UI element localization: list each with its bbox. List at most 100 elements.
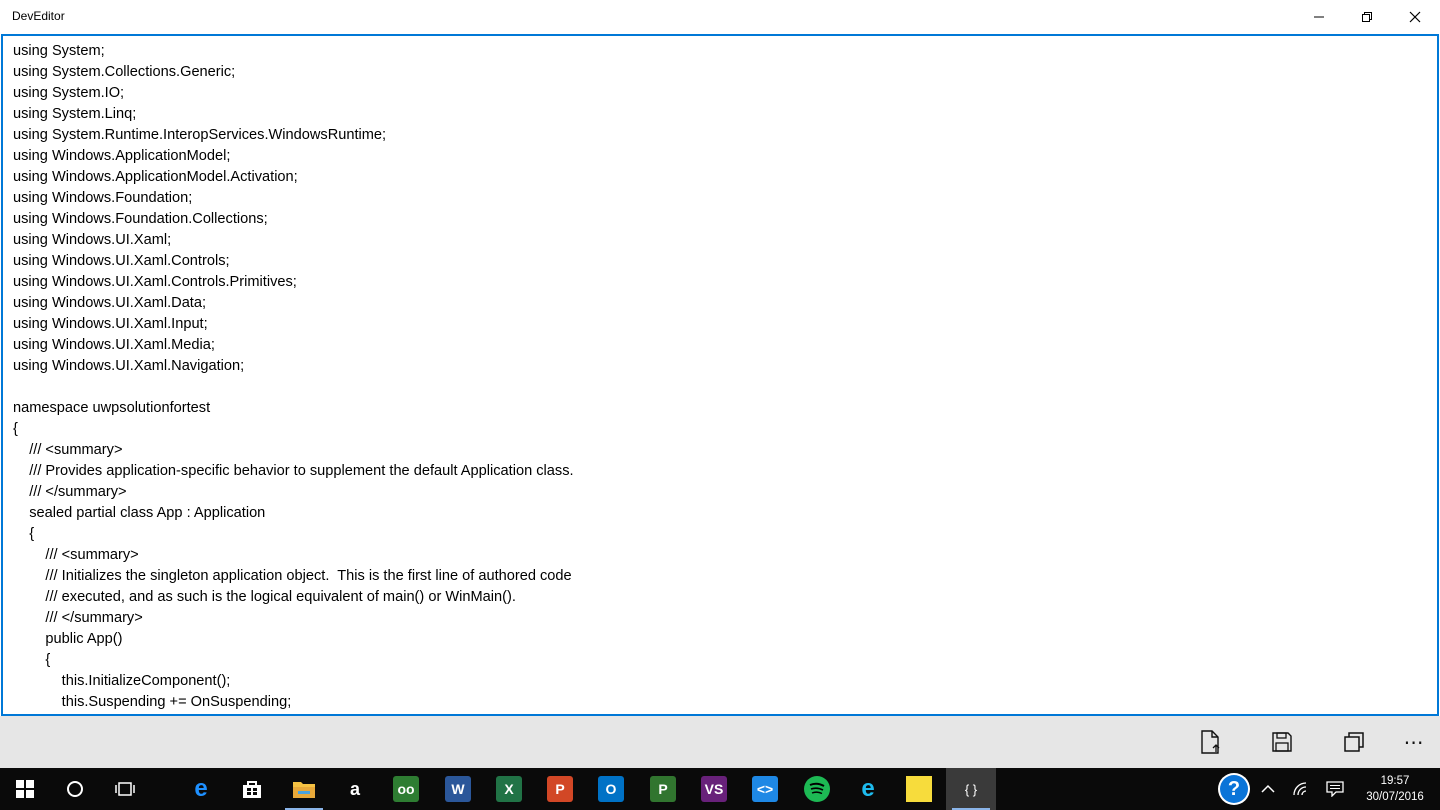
action-center-button[interactable]	[1322, 768, 1348, 810]
taskbar-item-excel[interactable]: X	[484, 768, 534, 810]
visual-studio-icon: VS	[701, 776, 727, 802]
help-icon: ?	[1218, 773, 1250, 805]
code-line: using Windows.UI.Xaml.Controls;	[13, 253, 230, 269]
code-line: using Windows.UI.Xaml;	[13, 232, 172, 248]
internet-explorer-icon: e	[861, 775, 875, 802]
new-file-button[interactable]	[1180, 716, 1240, 768]
show-hidden-icons-button[interactable]	[1256, 768, 1280, 810]
code-line: using Windows.UI.Xaml.Input;	[13, 316, 208, 332]
clock[interactable]: 19:57 30/07/2016	[1360, 768, 1430, 810]
cortana-icon	[67, 781, 83, 797]
code-line: /// </summary>	[13, 610, 143, 626]
minimize-button[interactable]	[1296, 0, 1342, 34]
file-explorer-icon	[291, 776, 317, 802]
clock-time: 19:57	[1380, 775, 1410, 787]
new-file-icon	[1201, 730, 1220, 754]
sticky-notes-icon	[906, 776, 932, 802]
chevron-up-icon	[1261, 784, 1275, 793]
code-line: this.InitializeComponent();	[13, 673, 231, 689]
network-button[interactable]	[1288, 768, 1314, 810]
help-button[interactable]: ?	[1212, 768, 1256, 810]
taskbar-item-vs-code[interactable]: <>	[740, 768, 790, 810]
word-icon: W	[445, 776, 471, 802]
taskbar-item-tripadvisor[interactable]: oo	[381, 768, 431, 810]
taskbar-item-amazon[interactable]: a	[330, 768, 380, 810]
restore-button[interactable]	[1344, 0, 1390, 34]
code-editor[interactable]: using System; using System.Collections.Ge…	[1, 34, 1439, 716]
code-line: using System.IO;	[13, 85, 125, 101]
taskbar-item-powerpoint[interactable]: P	[535, 768, 585, 810]
code-line: using Windows.ApplicationModel;	[13, 148, 231, 164]
taskbar-item-spotify[interactable]	[792, 768, 842, 810]
code-line: using Windows.Foundation.Collections;	[13, 211, 268, 227]
code-line: using System.Runtime.InteropServices.Win…	[13, 127, 387, 143]
taskbar-item-sticky-notes[interactable]	[894, 768, 944, 810]
start-button[interactable]	[0, 768, 50, 810]
restore-icon	[1362, 12, 1372, 22]
taskbar-item-store[interactable]	[227, 768, 277, 810]
taskbar-item-internet-explorer[interactable]: e	[843, 768, 893, 810]
close-icon	[1409, 11, 1421, 23]
code-line: using System.Collections.Generic;	[13, 64, 236, 80]
save-icon	[1272, 732, 1292, 752]
more-button[interactable]: ⋯	[1384, 716, 1440, 768]
code-line: using Windows.UI.Xaml.Controls.Primitive…	[13, 274, 297, 290]
powerpoint-icon: P	[547, 776, 573, 802]
code-line: using System.Linq;	[13, 106, 137, 122]
tripadvisor-icon: oo	[393, 776, 419, 802]
edge-icon: e	[194, 775, 208, 802]
code-line: public App()	[13, 631, 123, 647]
code-line: /// </summary>	[13, 484, 127, 500]
code-text[interactable]: using System; using System.Collections.Ge…	[13, 41, 574, 713]
code-line: using Windows.UI.Xaml.Navigation;	[13, 358, 245, 374]
code-line: {	[13, 526, 35, 542]
cortana-button[interactable]	[50, 768, 100, 810]
notification-icon	[1326, 781, 1344, 797]
code-line: sealed partial class App : Application	[13, 505, 266, 521]
window-title: DevEditor	[12, 9, 65, 23]
new-window-button[interactable]	[1324, 716, 1384, 768]
code-line: using Windows.ApplicationModel.Activatio…	[13, 169, 298, 185]
taskbar-item-deveditor[interactable]: { }	[946, 768, 996, 810]
code-line: /// Initializes the singleton applicatio…	[13, 568, 572, 584]
close-button[interactable]	[1392, 0, 1438, 34]
minimize-icon	[1314, 16, 1324, 18]
code-line: using System;	[13, 43, 105, 59]
code-line: {	[13, 652, 51, 668]
outlook-icon: O	[598, 776, 624, 802]
excel-icon: X	[496, 776, 522, 802]
windows-icon	[1344, 732, 1364, 752]
code-line: namespace uwpsolutionfortest	[13, 400, 211, 416]
amazon-icon: a	[342, 776, 368, 802]
code-line: using Windows.Foundation;	[13, 190, 193, 206]
clock-date: 30/07/2016	[1366, 791, 1424, 803]
help-glyph: ?	[1220, 775, 1248, 803]
command-bar: ⋯	[0, 716, 1440, 768]
store-icon	[239, 776, 265, 802]
task-view-button[interactable]	[100, 768, 150, 810]
code-line: /// <summary>	[13, 442, 123, 458]
wifi-icon	[1293, 782, 1307, 796]
taskbar-item-file-explorer[interactable]	[279, 768, 329, 810]
project-icon: P	[650, 776, 676, 802]
code-line: /// Provides application-specific behavi…	[13, 463, 574, 479]
title-bar: DevEditor	[0, 0, 1440, 34]
code-line: /// executed, and as such is the logical…	[13, 589, 516, 605]
code-line: using Windows.UI.Xaml.Data;	[13, 295, 207, 311]
windows-logo-icon	[16, 780, 34, 798]
spotify-icon	[804, 776, 830, 802]
vs-code-icon: <>	[752, 776, 778, 802]
code-line: {	[13, 421, 18, 437]
save-button[interactable]	[1252, 716, 1312, 768]
taskbar-item-word[interactable]: W	[433, 768, 483, 810]
taskbar-item-edge[interactable]: e	[176, 768, 226, 810]
taskbar-item-project[interactable]: P	[638, 768, 688, 810]
code-line: using Windows.UI.Xaml.Media;	[13, 337, 215, 353]
taskbar: e a oo W X P O P VS <> e{ } ? 19:57 30/07/2016	[0, 768, 1440, 810]
task-view-icon	[115, 782, 135, 796]
code-line: this.Suspending += OnSuspending;	[13, 694, 292, 710]
taskbar-item-visual-studio[interactable]: VS	[689, 768, 739, 810]
taskbar-item-outlook[interactable]: O	[586, 768, 636, 810]
deveditor-icon: { }	[964, 781, 978, 797]
